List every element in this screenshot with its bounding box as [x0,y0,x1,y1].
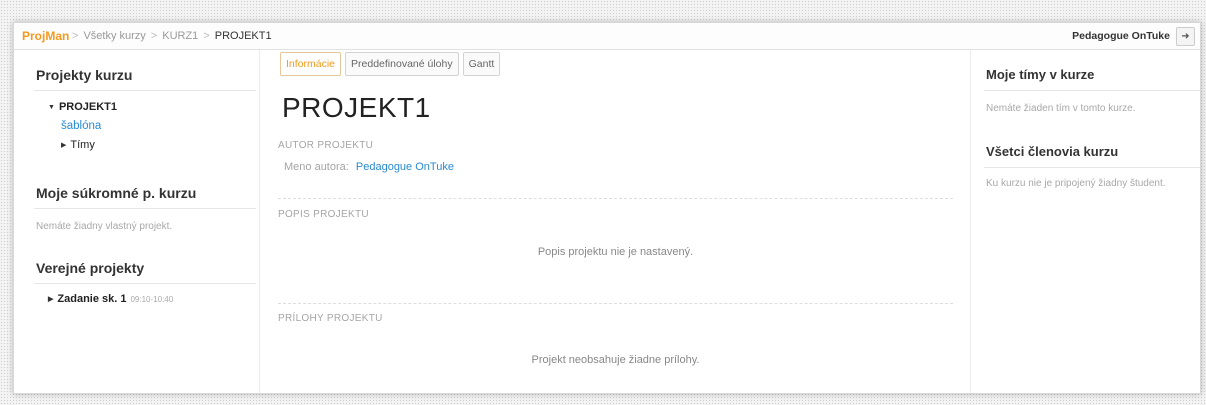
members-empty: Ku kurzu nie je pripojený žiadny študent… [986,178,1166,189]
private-projects-empty: Nemáte žiadny vlastný projekt. [36,221,173,232]
divider [34,283,256,284]
breadcrumb: > Všetky kurzy > KURZ1 > PROJEKT1 [72,30,272,42]
top-bar: ProjMan > Všetky kurzy > KURZ1 > PROJEKT… [14,23,1200,50]
divider [984,167,1200,168]
caret-right-icon: ▶ [48,296,54,303]
public-project-item[interactable]: ▶ Zadanie sk. 1 09:10-10:40 [48,293,173,305]
tab-information[interactable]: Informácie [280,52,342,76]
page-title: PROJEKT1 [282,92,431,123]
breadcrumb-separator: > [203,30,210,42]
brand-logo[interactable]: ProjMan [22,29,69,43]
tab-gantt[interactable]: Gantt [462,52,501,76]
description-section-label: POPIS PROJEKTU [278,209,369,220]
divider [278,303,953,304]
members-title: Všetci členovia kurzu [986,144,1119,159]
my-teams-empty: Nemáte žiaden tím v tomto kurze. [986,103,1136,114]
public-project-label: Zadanie sk. 1 [57,293,127,305]
private-projects-title: Moje súkromné p. kurzu [36,185,197,201]
breadcrumb-separator: > [72,30,79,42]
breadcrumb-current: PROJEKT1 [214,30,272,42]
app-window: ProjMan > Všetky kurzy > KURZ1 > PROJEKT… [13,22,1201,394]
attachments-empty: Projekt neobsahuje žiadne prílohy. [531,354,700,366]
tab-bar: Informácie Preddefinované úlohy Gantt [280,52,501,76]
right-sidebar: Moje tímy v kurze Nemáte žiaden tím v to… [970,50,1200,393]
tree-item-project[interactable]: ▼ PROJEKT1 [48,101,117,113]
divider [34,90,256,91]
left-sidebar: Projekty kurzu ▼ PROJEKT1 šablóna ▶ Tímy… [14,50,260,393]
author-row: Meno autora: Pedagogue OnTuke [284,161,454,173]
author-link[interactable]: Pedagogue OnTuke [356,161,454,173]
divider [34,208,256,209]
breadcrumb-course[interactable]: KURZ1 [162,30,198,42]
tab-predefined-tasks[interactable]: Preddefinované úlohy [345,52,459,76]
public-project-time: 09:10-10:40 [130,294,174,304]
tree-project-label: PROJEKT1 [58,101,118,113]
main-content: Informácie Preddefinované úlohy Gantt PR… [260,50,969,393]
divider [278,198,953,199]
public-projects-title: Verejné projekty [36,260,145,276]
tree-teams-label: Tímy [70,139,95,151]
tree-item-teams[interactable]: ▶ Tímy [61,139,95,151]
author-section-label: AUTOR PROJEKTU [278,140,374,151]
attachments-section-label: PRÍLOHY PROJEKTU [278,313,383,324]
tree-item-template[interactable]: šablóna [61,120,101,132]
my-teams-title: Moje tímy v kurze [986,67,1095,82]
user-name[interactable]: Pedagogue OnTuke [1072,30,1170,42]
logout-icon[interactable]: ➜ [1176,27,1195,46]
description-empty: Popis projektu nie je nastavený. [537,246,694,258]
course-projects-title: Projekty kurzu [36,67,133,83]
divider [984,90,1200,91]
breadcrumb-separator: > [150,30,158,42]
author-label: Meno autora: [284,161,349,173]
caret-down-icon: ▼ [48,103,55,111]
breadcrumb-all-courses[interactable]: Všetky kurzy [83,30,145,42]
caret-right-icon: ▶ [61,142,67,149]
